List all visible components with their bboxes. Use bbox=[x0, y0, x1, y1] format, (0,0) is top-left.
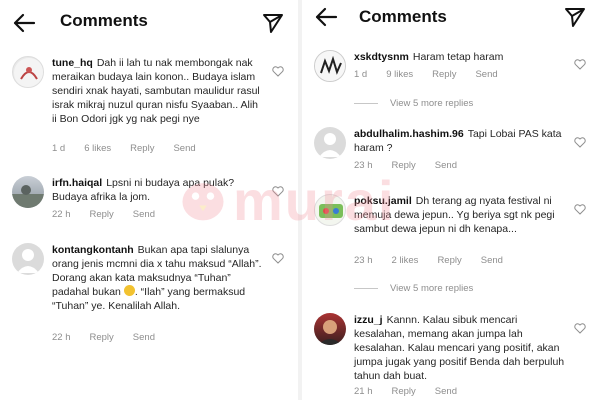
comment-username[interactable]: tune_hq bbox=[52, 57, 93, 69]
reply-button[interactable]: Reply bbox=[432, 69, 456, 80]
avatar[interactable] bbox=[12, 56, 44, 88]
back-arrow-icon[interactable] bbox=[12, 12, 36, 34]
view-more-replies[interactable]: View 5 more replies bbox=[354, 98, 473, 109]
comment-likes[interactable]: 9 likes bbox=[386, 69, 413, 80]
comment-body: xskdtysnm Haram tetap haram bbox=[354, 50, 566, 64]
reply-button[interactable]: Reply bbox=[392, 386, 416, 397]
page-title: Comments bbox=[359, 7, 447, 26]
comment-body: kontangkontanh Bukan apa tapi slalunya or… bbox=[52, 243, 264, 313]
comment-text: Haram tetap haram bbox=[412, 51, 504, 63]
comments-header: Comments bbox=[0, 0, 298, 46]
comment-meta: 23 h Reply Send bbox=[354, 160, 476, 171]
comment-text: Kannn. Kalau sibuk mencari kesalahan, me… bbox=[354, 314, 565, 382]
reply-button[interactable]: Reply bbox=[130, 143, 154, 154]
comments-header: Comments bbox=[302, 0, 600, 46]
comment-time: 23 h bbox=[354, 160, 373, 171]
comment-meta: 21 h Reply Send bbox=[354, 386, 476, 397]
avatar[interactable] bbox=[314, 127, 346, 159]
comment-meta: 1 d 9 likes Reply Send bbox=[354, 69, 517, 80]
avatar[interactable] bbox=[12, 176, 44, 208]
comment-meta: 22 h Reply Send bbox=[52, 332, 174, 343]
avatar[interactable] bbox=[314, 313, 346, 345]
direct-send-icon[interactable] bbox=[262, 12, 284, 34]
send-button[interactable]: Send bbox=[435, 160, 457, 171]
view-replies-label[interactable]: View 5 more replies bbox=[390, 283, 473, 294]
view-more-replies[interactable]: View 5 more replies bbox=[354, 283, 473, 294]
comment-username[interactable]: kontangkontanh bbox=[52, 244, 134, 256]
like-heart-icon[interactable] bbox=[574, 137, 586, 148]
comment-time: 23 h bbox=[354, 255, 373, 266]
page-title: Comments bbox=[60, 11, 148, 30]
direct-send-icon[interactable] bbox=[564, 6, 586, 28]
comment-time: 22 h bbox=[52, 332, 71, 343]
replies-divider-line bbox=[354, 103, 378, 104]
comment-username[interactable]: irfn.haiqal bbox=[52, 177, 102, 189]
reply-button[interactable]: Reply bbox=[437, 255, 461, 266]
comment-time: 1 d bbox=[354, 69, 368, 80]
comment-body: poksu.jamil Dh terang ag nyata festival n… bbox=[354, 194, 566, 236]
send-button[interactable]: Send bbox=[475, 69, 497, 80]
thinking-emoji-icon bbox=[123, 285, 135, 296]
comment-meta: 1 d 6 likes Reply Send bbox=[52, 143, 215, 154]
comment-body: izzu_j Kannn. Kalau sibuk mencari kesalah… bbox=[354, 313, 566, 383]
send-button[interactable]: Send bbox=[481, 255, 503, 266]
comment-meta: 22 h Reply Send bbox=[52, 209, 174, 220]
like-heart-icon[interactable] bbox=[272, 66, 284, 77]
view-replies-label[interactable]: View 5 more replies bbox=[390, 98, 473, 109]
send-button[interactable]: Send bbox=[173, 143, 195, 154]
comment-time: 21 h bbox=[354, 386, 373, 397]
like-heart-icon[interactable] bbox=[272, 253, 284, 264]
send-button[interactable]: Send bbox=[133, 332, 155, 343]
comment-username[interactable]: xskdtysnm bbox=[354, 51, 409, 63]
comment-username[interactable]: abdulhalim.hashim.96 bbox=[354, 128, 464, 140]
reply-button[interactable]: Reply bbox=[90, 332, 114, 343]
comment-username[interactable]: poksu.jamil bbox=[354, 195, 412, 207]
comment-meta: 23 h 2 likes Reply Send bbox=[354, 255, 522, 266]
comment-likes[interactable]: 6 likes bbox=[84, 143, 111, 154]
like-heart-icon[interactable] bbox=[272, 186, 284, 197]
comment-body: tune_hq Dah ii lah tu nak membongak nak m… bbox=[52, 56, 264, 126]
avatar[interactable] bbox=[12, 243, 44, 275]
avatar[interactable] bbox=[314, 194, 346, 226]
reply-button[interactable]: Reply bbox=[392, 160, 416, 171]
like-heart-icon[interactable] bbox=[574, 59, 586, 70]
send-button[interactable]: Send bbox=[133, 209, 155, 220]
comment-time: 1 d bbox=[52, 143, 66, 154]
avatar[interactable] bbox=[314, 50, 346, 82]
reply-button[interactable]: Reply bbox=[90, 209, 114, 220]
back-arrow-icon[interactable] bbox=[314, 6, 338, 28]
right-comments-panel: Comments xskdtysnm Haram tetap haram 1 d … bbox=[302, 0, 600, 400]
like-heart-icon[interactable] bbox=[574, 204, 586, 215]
comment-likes[interactable]: 2 likes bbox=[392, 255, 419, 266]
like-heart-icon[interactable] bbox=[574, 323, 586, 334]
left-comments-panel: Comments tune_hq Dah ii lah tu nak membon… bbox=[0, 0, 298, 400]
replies-divider-line bbox=[354, 288, 378, 289]
send-button[interactable]: Send bbox=[435, 386, 457, 397]
comment-username[interactable]: izzu_j bbox=[354, 314, 383, 326]
comment-time: 22 h bbox=[52, 209, 71, 220]
comment-body: abdulhalim.hashim.96 Tapi Lobai PAS kata … bbox=[354, 127, 566, 155]
comment-body: irfn.haiqal Lpsni ni budaya apa pulak? Bu… bbox=[52, 176, 264, 204]
